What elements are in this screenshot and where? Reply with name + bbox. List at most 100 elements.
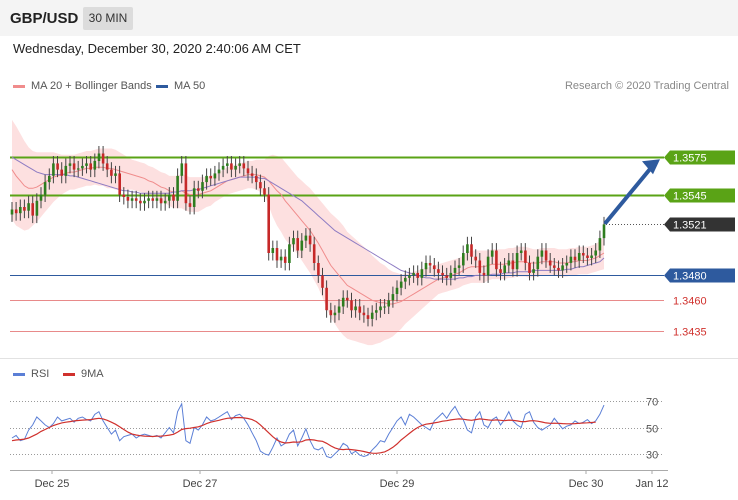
candle-body bbox=[519, 250, 523, 253]
candle-body bbox=[93, 160, 97, 170]
candle-body bbox=[577, 253, 581, 261]
candle-body bbox=[408, 275, 411, 278]
candle-body bbox=[77, 168, 80, 170]
bollinger-band-layer bbox=[12, 119, 604, 346]
candle-body bbox=[449, 272, 453, 278]
candle-body bbox=[412, 272, 415, 276]
candle-body bbox=[362, 312, 366, 316]
candle-body bbox=[130, 198, 134, 201]
level-label: 1.3480 bbox=[673, 271, 707, 283]
candle-body bbox=[358, 306, 362, 313]
candle-body bbox=[226, 163, 229, 166]
candle-body bbox=[126, 197, 130, 201]
candle-body bbox=[246, 168, 250, 174]
rsi-line bbox=[11, 402, 605, 459]
projection-arrow-shaft bbox=[604, 162, 656, 225]
candle-body bbox=[110, 169, 113, 176]
candle-body bbox=[304, 235, 308, 241]
candle-body bbox=[532, 269, 535, 273]
candle-body bbox=[428, 263, 432, 266]
candle-body bbox=[250, 173, 254, 176]
candle-body bbox=[478, 260, 482, 273]
candle-body bbox=[333, 312, 337, 316]
candle-body bbox=[10, 209, 14, 215]
candle-body bbox=[515, 253, 519, 270]
candle-body bbox=[288, 244, 291, 263]
candle-body bbox=[573, 256, 577, 261]
candle-body bbox=[540, 250, 544, 257]
candle-body bbox=[300, 240, 304, 251]
candle-body bbox=[60, 169, 63, 176]
candle-body bbox=[602, 224, 606, 239]
candle-body bbox=[134, 198, 138, 201]
candle-body bbox=[176, 175, 179, 201]
level-label: 1.3575 bbox=[673, 153, 707, 165]
candle-body bbox=[279, 256, 283, 261]
candle-body bbox=[557, 267, 560, 271]
candle-body bbox=[105, 163, 109, 170]
x-tick-label: Dec 27 bbox=[183, 478, 218, 490]
level-labels-layer: 1.3575 1.3545 1.3521 1.3480 1.3460 1.3435 bbox=[664, 150, 735, 339]
x-tick-label: Dec 29 bbox=[380, 478, 415, 490]
candle-body bbox=[197, 188, 200, 191]
candle-body bbox=[159, 198, 163, 204]
level-label: 1.3435 bbox=[673, 327, 707, 339]
x-tick-label: Jan 12 bbox=[635, 478, 668, 490]
candle-body bbox=[168, 194, 171, 201]
candle-body bbox=[341, 297, 345, 307]
candle-body bbox=[433, 265, 436, 270]
candle-body bbox=[395, 287, 399, 294]
candle-body bbox=[114, 173, 117, 176]
candle-body bbox=[503, 265, 506, 273]
candle-body bbox=[213, 173, 217, 179]
candle-body bbox=[536, 256, 540, 270]
projection-arrow-layer bbox=[604, 159, 660, 225]
candle-body bbox=[524, 250, 527, 263]
candle-body bbox=[221, 165, 225, 170]
candle-body bbox=[528, 263, 531, 273]
candle-body bbox=[437, 269, 440, 273]
rsi-tick-label: 70 bbox=[646, 397, 658, 409]
candle-body bbox=[48, 175, 51, 183]
candle-body bbox=[52, 163, 55, 176]
candle-body bbox=[271, 248, 275, 253]
candle-body bbox=[143, 200, 146, 204]
candle-body bbox=[598, 238, 602, 251]
candle-body bbox=[267, 194, 270, 253]
candle-body bbox=[346, 297, 349, 301]
candle-body bbox=[72, 163, 76, 170]
level-label: 1.3545 bbox=[673, 191, 707, 203]
candle-body bbox=[586, 255, 589, 258]
candle-body bbox=[172, 194, 175, 201]
candle-body bbox=[234, 165, 237, 170]
candle-body bbox=[366, 315, 370, 319]
candle-body bbox=[387, 300, 390, 307]
candle-body bbox=[27, 203, 30, 211]
candle-body bbox=[151, 198, 155, 201]
candle-body bbox=[296, 238, 299, 251]
candle-body bbox=[325, 287, 328, 311]
level-label: 1.3460 bbox=[673, 296, 707, 308]
candle-body bbox=[14, 209, 18, 214]
candle-body bbox=[590, 255, 593, 258]
candle-body bbox=[255, 175, 258, 183]
candle-body bbox=[420, 269, 424, 278]
candle-body bbox=[379, 306, 382, 311]
candle-body bbox=[217, 169, 221, 174]
candle-body bbox=[155, 198, 159, 201]
candle-body bbox=[263, 188, 266, 195]
candle-body bbox=[544, 250, 548, 261]
candle-body bbox=[499, 269, 502, 273]
candle-body bbox=[511, 260, 515, 270]
candle-body bbox=[163, 200, 167, 204]
candle-body bbox=[582, 253, 585, 256]
candle-body bbox=[594, 250, 597, 256]
candle-body bbox=[312, 244, 316, 263]
candle-body bbox=[569, 256, 573, 263]
candle-body bbox=[97, 153, 101, 161]
candle-body bbox=[31, 203, 34, 216]
candle-body bbox=[192, 188, 196, 207]
bollinger-band bbox=[12, 119, 604, 346]
rsi-panel: 70 50 30 bbox=[10, 397, 664, 462]
candle-body bbox=[184, 163, 188, 204]
